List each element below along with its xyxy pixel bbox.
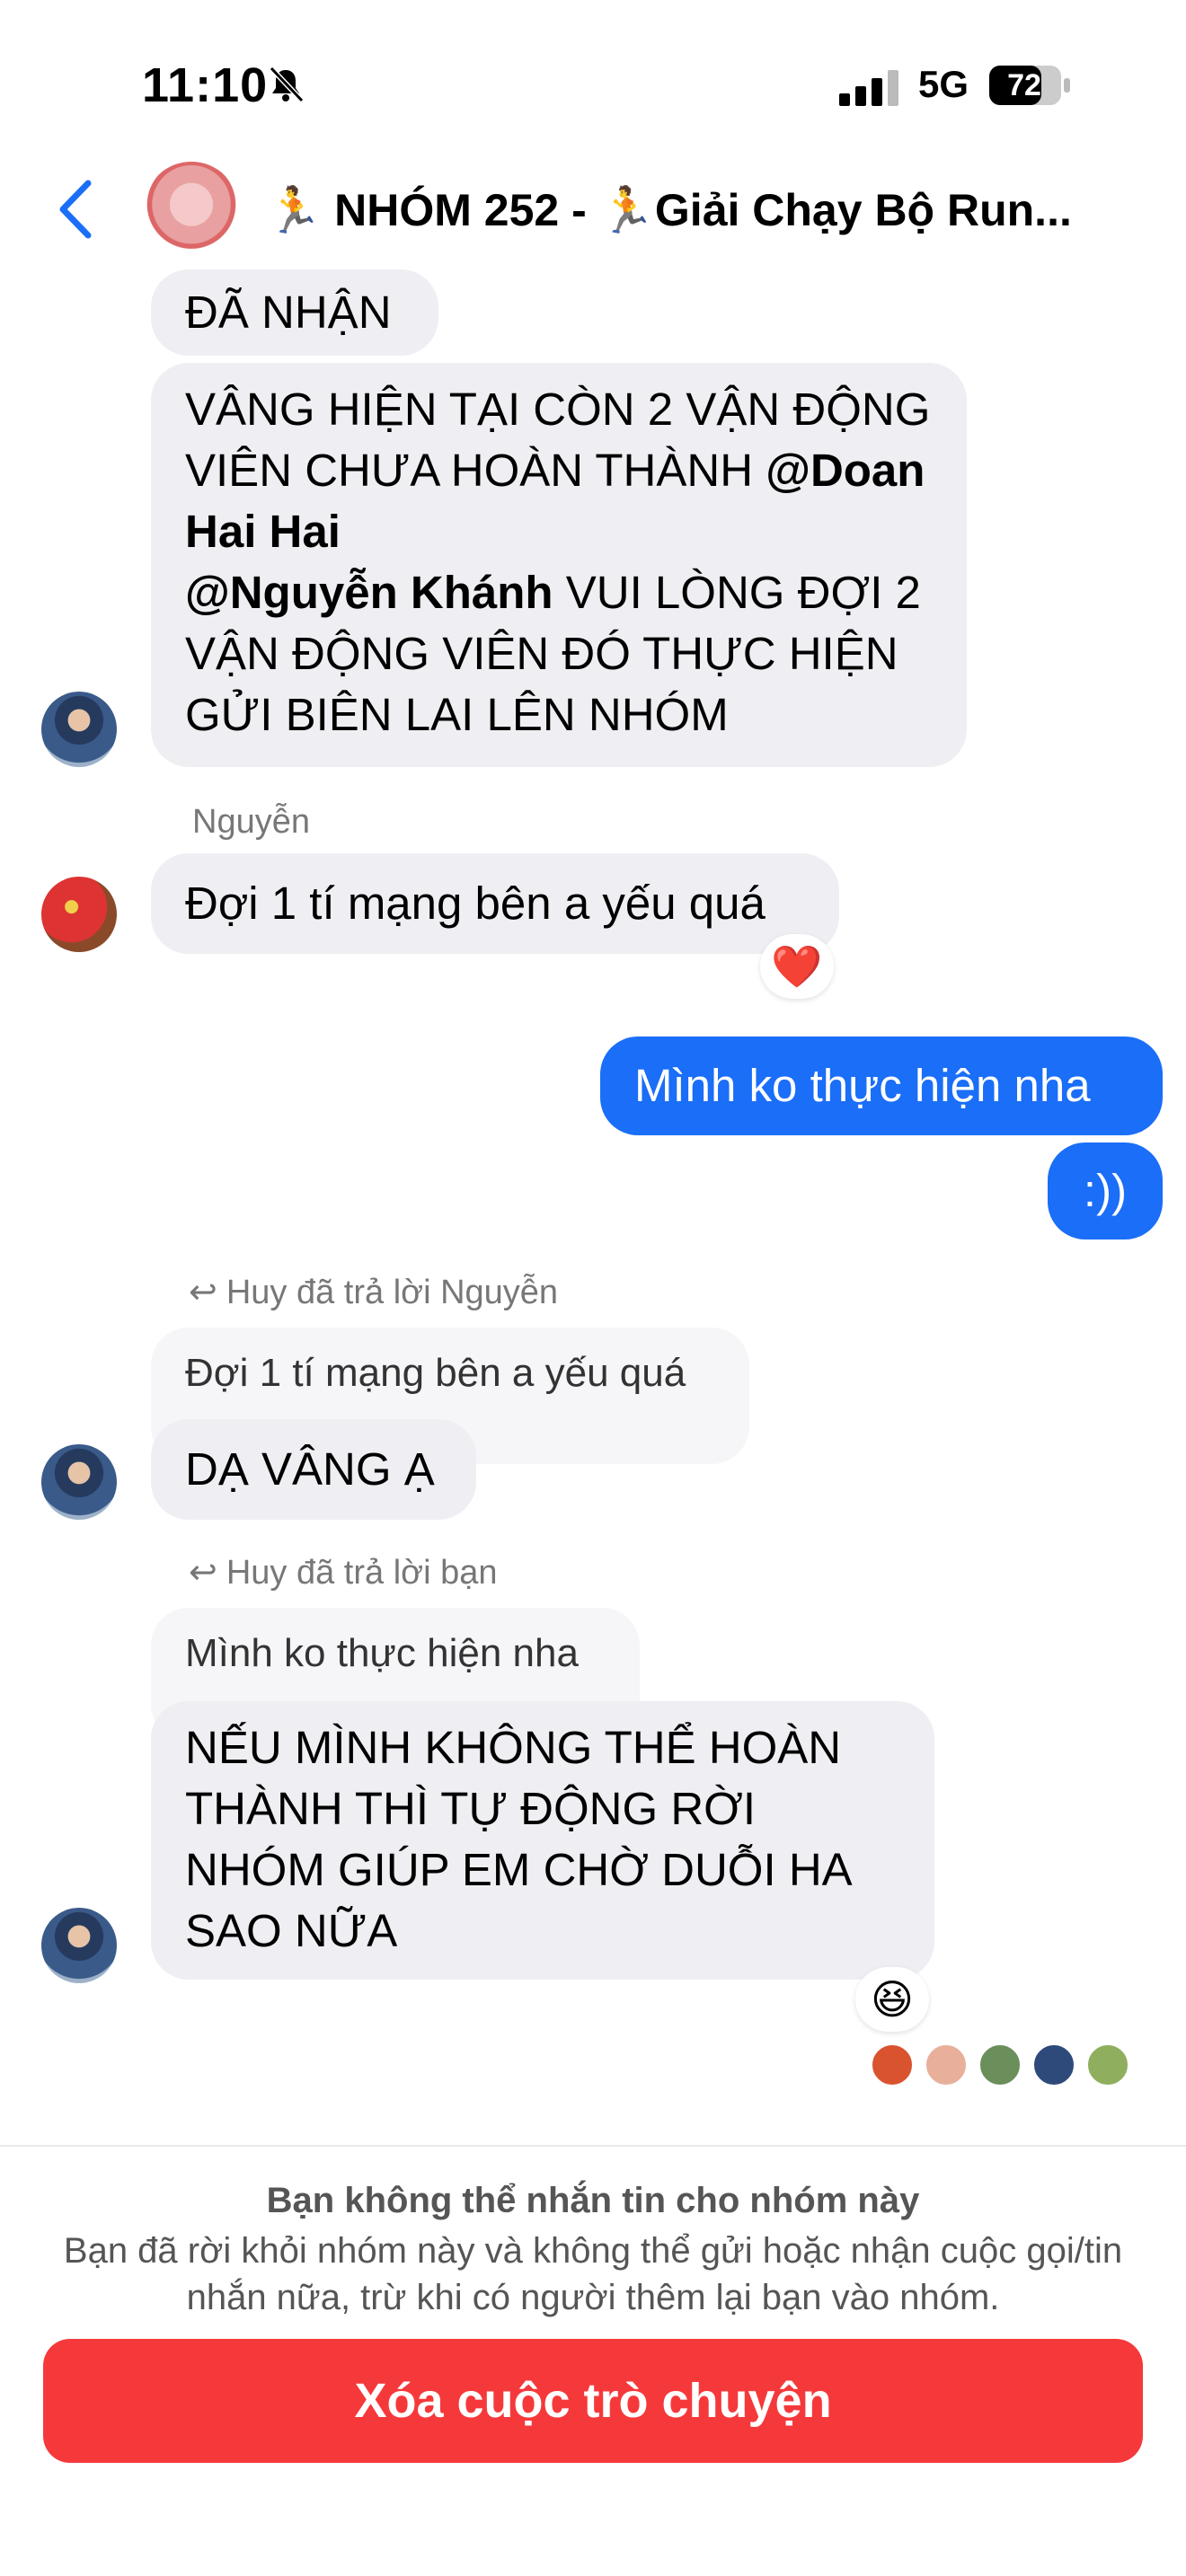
read-receipt-avatar <box>978 2042 1022 2087</box>
read-receipt-avatar <box>870 2042 915 2087</box>
avatar[interactable] <box>41 1444 117 1520</box>
battery-icon: 72 <box>988 65 1071 106</box>
reply-label: ↩ Huy đã trả lời bạn <box>189 1552 497 1592</box>
message-text: Đợi 1 tí mạng bên a yếu quá <box>185 878 766 929</box>
message-text: :)) <box>1083 1165 1128 1216</box>
quoted-text: Đợi 1 tí mạng bên a yếu quá <box>185 1351 686 1395</box>
message-bubble-outgoing[interactable]: Mình ko thực hiện nha <box>600 1037 1163 1135</box>
reply-label-text: Huy đã trả lời Nguyễn <box>226 1274 559 1311</box>
message-text: NẾU MÌNH KHÔNG THỂ HOÀN THÀNH THÌ TỰ ĐỘN… <box>185 1722 850 1956</box>
sender-name: Nguyễn <box>192 803 310 841</box>
divider <box>0 2145 1186 2147</box>
bell-off-icon <box>269 66 305 103</box>
read-receipt-avatar <box>1085 2042 1130 2087</box>
message-bubble[interactable]: NẾU MÌNH KHÔNG THỂ HOÀN THÀNH THÌ TỰ ĐỘN… <box>151 1701 934 1980</box>
blocked-description: Bạn đã rời khỏi nhóm này và không thể gử… <box>63 2231 1123 2317</box>
message-bubble[interactable]: Đợi 1 tí mạng bên a yếu quá <box>151 853 839 954</box>
avatar[interactable] <box>41 692 117 767</box>
mention-nguyen-khanh[interactable]: @Nguyễn Khánh <box>185 567 553 618</box>
group-title[interactable]: 🏃 NHÓM 252 - 🏃Giải Chạy Bộ Run... <box>266 184 1128 237</box>
read-receipt-avatar <box>924 2042 969 2087</box>
blocked-title: Bạn không thể nhắn tin cho nhóm này <box>266 2181 920 2220</box>
laugh-reaction-icon[interactable]: 😆 <box>855 1967 929 2032</box>
message-bubble[interactable]: ĐÃ NHẬN <box>151 269 438 356</box>
heart-reaction-icon[interactable]: ❤️ <box>760 934 834 999</box>
message-text: DẠ VÂNG Ạ <box>185 1443 435 1495</box>
group-avatar[interactable] <box>144 162 239 257</box>
network-type: 5G <box>918 63 969 105</box>
chevron-left-icon[interactable] <box>54 176 99 243</box>
battery-level: 72 <box>1007 68 1041 102</box>
message-text: Mình ko thực hiện nha <box>634 1060 1091 1111</box>
signal-icon <box>839 70 898 106</box>
message-bubble-outgoing[interactable]: :)) <box>1048 1142 1163 1239</box>
message-bubble[interactable]: VÂNG HIỆN TẠI CÒN 2 VẬN ĐỘNG VIÊN CHƯA H… <box>151 363 967 767</box>
status-time: 11:10 <box>142 58 269 112</box>
quoted-text: Mình ko thực hiện nha <box>185 1631 579 1675</box>
message-bubble[interactable]: DẠ VÂNG Ạ <box>151 1419 476 1520</box>
message-text: ĐÃ NHẬN <box>185 287 392 338</box>
reply-label-text: Huy đã trả lời bạn <box>226 1554 498 1592</box>
reply-arrow-icon: ↩ <box>189 1274 217 1311</box>
avatar[interactable] <box>41 877 117 952</box>
reply-arrow-icon: ↩ <box>189 1554 217 1592</box>
read-receipt-avatar <box>1031 2042 1076 2087</box>
reply-label: ↩ Huy đã trả lời Nguyễn <box>189 1272 558 1312</box>
avatar[interactable] <box>41 1908 117 1983</box>
delete-conversation-button[interactable]: Xóa cuộc trò chuyện <box>43 2339 1143 2463</box>
